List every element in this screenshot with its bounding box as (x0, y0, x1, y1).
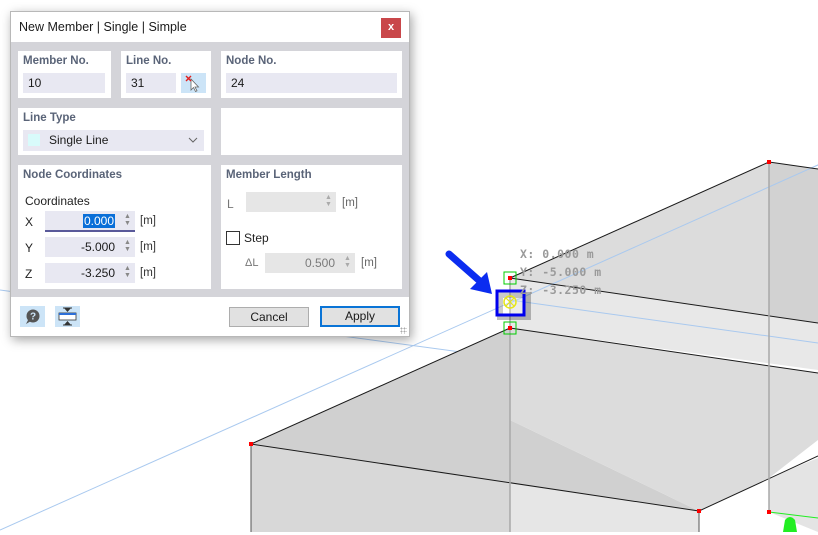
coord-readout-x: X: 0.000 m (520, 247, 595, 261)
empty-panel (221, 108, 402, 155)
line-type-label: Line Type (23, 112, 76, 124)
node-no-label: Node No. (226, 55, 277, 67)
node-marker (508, 276, 512, 280)
length-spinner: ▲ ▼ (325, 194, 332, 208)
new-member-dialog: New Member | Single | Simple x Member No… (10, 11, 410, 337)
y-coordinate-value: -5.000 (80, 240, 115, 254)
y-label: Y (25, 241, 34, 255)
member-no-panel: Member No. 10 (18, 51, 111, 98)
coord-readout-z: Z: -3.250 m (520, 283, 602, 297)
line-no-panel: Line No. 31 (121, 51, 211, 98)
dialog-titlebar[interactable]: New Member | Single | Simple x (11, 12, 409, 42)
member-length-label: Member Length (226, 169, 312, 181)
delta-l-label: ΔL (245, 257, 259, 269)
delta-l-spinner: ▲ ▼ (344, 255, 351, 269)
z-unit: [m] (140, 267, 156, 279)
line-type-panel: Line Type Single Line (18, 108, 211, 155)
member-length-panel: Member Length L ▲ ▼ [m] Step ΔL 0.500 ▲ ▼ … (221, 165, 402, 289)
z-coordinate-input[interactable]: -3.250 ▲ ▼ (45, 263, 135, 283)
z-coordinate-value: -3.250 (80, 266, 115, 280)
pick-line-cursor-icon (185, 75, 200, 93)
node-marker (767, 160, 771, 164)
fit-dialog-icon (58, 307, 77, 326)
x-label: X (25, 215, 34, 229)
step-label: Step (244, 231, 269, 245)
close-icon: x (387, 21, 395, 33)
y-unit: [m] (140, 241, 156, 253)
coordinates-sublabel: Coordinates (25, 194, 90, 208)
length-l-label: L (227, 197, 234, 211)
svg-text:?: ? (30, 312, 36, 323)
z-spinner[interactable]: ▲ ▼ (123, 265, 132, 281)
help-button[interactable]: ? (20, 306, 45, 327)
delta-l-value: 0.500 (304, 256, 335, 270)
node-marker (697, 509, 701, 513)
dialog-footer: ? Cancel Apply (11, 297, 409, 336)
x-coordinate-input[interactable]: 0.000 ▲ ▼ (45, 211, 135, 232)
line-no-input[interactable]: 31 (126, 73, 176, 93)
close-button[interactable]: x (381, 18, 401, 38)
node-marker (508, 326, 512, 330)
chevron-down-icon (188, 137, 198, 143)
y-coordinate-input[interactable]: -5.000 ▲ ▼ (45, 237, 135, 257)
fit-dialog-button[interactable] (55, 306, 80, 327)
delta-l-unit: [m] (361, 257, 377, 269)
node-marker (767, 510, 771, 514)
member-no-label: Member No. (23, 55, 89, 67)
cancel-button[interactable]: Cancel (229, 307, 309, 327)
delta-l-input: 0.500 ▲ ▼ (265, 253, 355, 273)
line-type-value: Single Line (49, 133, 109, 147)
line-type-select[interactable]: Single Line (23, 130, 204, 151)
apply-button[interactable]: Apply (320, 306, 400, 327)
line-no-label: Line No. (126, 55, 172, 67)
x-spinner[interactable]: ▲ ▼ (123, 213, 132, 229)
x-coordinate-value: 0.000 (82, 214, 115, 228)
node-coordinates-panel: Node Coordinates Coordinates X 0.000 ▲ ▼ … (18, 165, 211, 289)
length-input: ▲ ▼ (246, 192, 336, 212)
node-coordinates-label: Node Coordinates (23, 169, 123, 181)
help-icon: ? (26, 309, 40, 324)
pointer-arrow-icon (445, 250, 492, 294)
line-type-swatch (28, 134, 40, 146)
node-no-input[interactable]: 24 (226, 73, 397, 93)
y-spinner[interactable]: ▲ ▼ (123, 239, 132, 255)
member-no-input[interactable]: 10 (23, 73, 105, 93)
z-label: Z (25, 267, 33, 281)
step-checkbox[interactable] (226, 231, 240, 245)
node-marker (249, 442, 253, 446)
length-unit: [m] (342, 197, 358, 209)
x-unit: [m] (140, 215, 156, 227)
dialog-title: New Member | Single | Simple (19, 20, 187, 34)
resize-grip[interactable] (400, 327, 407, 334)
node-no-panel: Node No. 24 (221, 51, 402, 98)
coord-readout-y: Y: -5.000 m (520, 265, 602, 279)
pick-line-button[interactable] (181, 73, 206, 93)
